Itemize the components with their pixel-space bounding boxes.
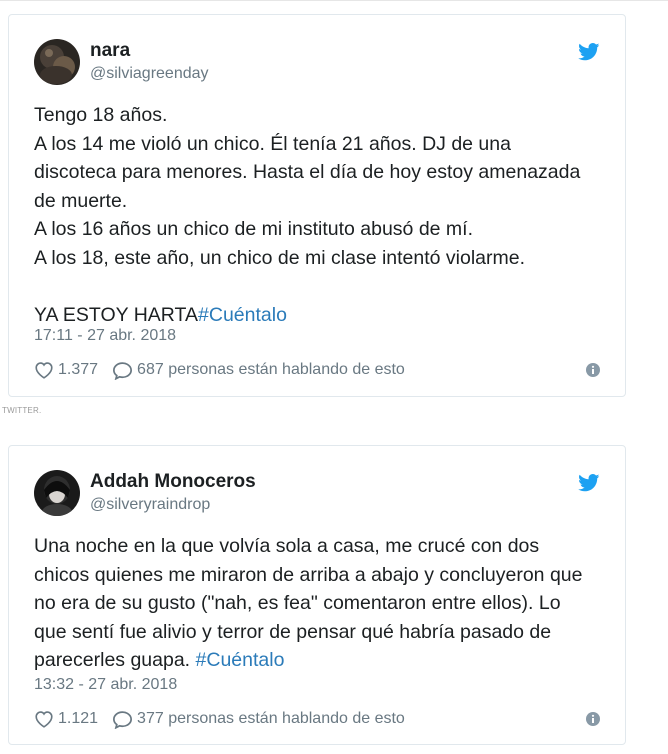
tweet-line: que sentí fue alivio y terror de pensar …: [34, 620, 552, 643]
reply-button[interactable]: 687 personas están hablando de esto: [112, 361, 405, 380]
speech-bubble-icon: [113, 361, 133, 380]
info-icon[interactable]: [586, 712, 600, 726]
speech-bubble-icon: [113, 710, 133, 729]
tweet-actions: 1.377 687 personas están hablando de est…: [34, 359, 600, 381]
twitter-bird-icon[interactable]: [578, 474, 600, 492]
tweet-text: Una noche en la que volvía sola a casa, …: [34, 532, 614, 675]
reply-button[interactable]: 377 personas están hablando de esto: [112, 710, 405, 729]
reply-text: 377 personas están hablando de esto: [137, 710, 405, 727]
tweet-line-final: parecerles guapa. #Cuéntalo: [34, 646, 614, 675]
source-caption: TWITTER.: [2, 406, 42, 415]
avatar[interactable]: [34, 39, 80, 85]
tweet-final-text: parecerles guapa.: [34, 649, 196, 671]
tweet-timestamp[interactable]: 17:11 - 27 abr. 2018: [34, 327, 176, 345]
top-divider: [0, 0, 668, 5]
twitter-bird-icon[interactable]: [578, 43, 600, 61]
tweet-card: nara @silviagreenday Tengo 18 años. A lo…: [8, 14, 626, 397]
heart-icon: [35, 711, 53, 728]
heart-icon: [35, 362, 53, 379]
tweet-line: A los 16 años un chico de mi instituto a…: [34, 218, 474, 240]
tweet-line: A los 14 me violó un chico. Él tenía 21 …: [34, 132, 511, 155]
like-button[interactable]: 1.121: [34, 710, 98, 728]
tweet-text: Tengo 18 años. A los 14 me violó un chic…: [34, 101, 614, 329]
like-button[interactable]: 1.377: [34, 361, 98, 379]
hashtag-link[interactable]: #Cuéntalo: [198, 304, 287, 326]
tweet-line: A los 18, este año, un chico de mi clase…: [34, 246, 526, 269]
tweet-line: Tengo 18 años.: [34, 104, 168, 126]
like-count: 1.121: [58, 710, 99, 727]
avatar[interactable]: [34, 470, 80, 516]
like-count: 1.377: [58, 361, 99, 378]
user-name[interactable]: Addah Monoceros: [90, 471, 256, 493]
tweet-line-final: YA ESTOY HARTA#Cuéntalo: [34, 301, 614, 330]
tweet-card: Addah Monoceros @silveryraindrop Una noc…: [8, 445, 626, 745]
user-name[interactable]: nara: [90, 40, 130, 62]
tweet-line: no era de su gusto ("nah, es fea" coment…: [34, 592, 561, 614]
tweet-timestamp[interactable]: 13:32 - 27 abr. 2018: [34, 676, 177, 694]
user-handle[interactable]: @silveryraindrop: [90, 496, 210, 514]
reply-text: 687 personas están hablando de esto: [137, 361, 405, 378]
user-handle[interactable]: @silviagreenday: [90, 65, 209, 83]
tweet-line: Una noche en la que volvía sola a casa, …: [34, 535, 540, 557]
info-icon[interactable]: [586, 363, 600, 377]
tweet-line: discoteca para menores. Hasta el día de …: [34, 161, 581, 183]
hashtag-link[interactable]: #Cuéntalo: [196, 649, 285, 671]
tweet-actions: 1.121 377 personas están hablando de est…: [34, 708, 600, 730]
tweet-line: chicos quienes me miraron de arriba a ab…: [34, 563, 583, 586]
tweet-line: de muerte.: [34, 189, 128, 212]
tweet-final-text: YA ESTOY HARTA: [34, 303, 199, 326]
